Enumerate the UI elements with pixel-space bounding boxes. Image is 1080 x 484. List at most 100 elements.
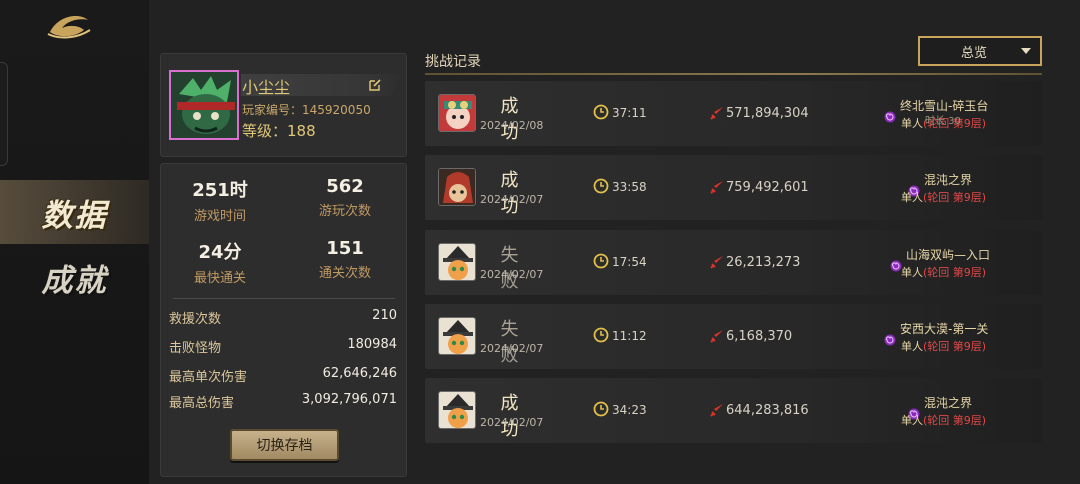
record-mode-type: 单人 <box>901 340 923 353</box>
stat-clear-count: 151 通关次数 <box>286 238 404 281</box>
stat-label: 通关次数 <box>318 266 371 281</box>
record-damage: 571,894,304 <box>726 106 809 121</box>
stat-row-value: 3,092,796,071 <box>301 392 397 407</box>
record-mode-level: (轮回 第9层) <box>923 266 987 279</box>
stat-row-rescues: 救援次数 210 <box>169 308 397 327</box>
edit-icon[interactable] <box>368 78 382 92</box>
record-row[interactable]: 失 败 2024/02/07 11:12 6,168,370 安西大漠-第一关 单人(轮回… <box>425 304 1042 369</box>
avatar-image <box>171 72 237 138</box>
record-result: 失 败 <box>500 245 522 292</box>
record-damage: 644,283,816 <box>726 403 809 418</box>
stat-row-label: 最高单次伤害 <box>169 370 248 385</box>
record-duration: 34:23 <box>612 403 647 417</box>
record-mode-level: (轮回 第9层) <box>923 340 987 353</box>
record-date: 2024/02/07 <box>480 342 544 355</box>
stat-row-max-total-damage: 最高总伤害 3,092,796,071 <box>169 392 397 411</box>
record-date: 2024/02/07 <box>480 416 544 429</box>
stat-value: 151 <box>326 238 364 259</box>
logo-icon <box>47 16 91 39</box>
records-filter-value: 总览 <box>960 45 987 61</box>
record-result: 成 功 <box>500 170 522 217</box>
record-mode-level: (轮回 第9层) <box>923 414 987 427</box>
record-mode-type: 单人 <box>901 266 923 279</box>
record-date: 2024/02/07 <box>480 268 544 281</box>
stat-value: 24分 <box>198 242 242 263</box>
player-level: 等级：188 <box>242 122 316 140</box>
stat-play-count: 562 游玩次数 <box>286 176 404 219</box>
record-result: 失 败 <box>500 319 522 366</box>
record-duration: 17:54 <box>612 255 647 269</box>
clock-icon <box>593 104 609 120</box>
record-date: 2024/02/07 <box>480 193 544 206</box>
record-duration: 37:11 <box>612 106 647 120</box>
record-avatar <box>438 94 476 132</box>
clock-icon <box>593 327 609 343</box>
stat-row-value: 210 <box>372 308 397 323</box>
stat-value: 562 <box>326 176 364 197</box>
sidebar-item-data[interactable]: 数据 <box>0 180 149 244</box>
player-id: 玩家编号：145920050 <box>242 103 371 117</box>
record-mode: 单人(轮回 第9层) <box>901 412 986 428</box>
switch-save-button[interactable]: 切换存档 <box>230 429 339 461</box>
stat-fastest-clear: 24分 最快通关 <box>161 238 279 286</box>
record-damage: 6,168,370 <box>726 329 793 344</box>
avatar[interactable] <box>169 70 239 140</box>
stat-row-kills: 击败怪物 180984 <box>169 337 397 356</box>
record-mode: 单人(轮回 第9层) <box>901 264 986 280</box>
sidebar-item-achievements[interactable]: 成就 <box>0 245 149 309</box>
record-mode-level: (轮回 第9层) <box>923 191 987 204</box>
records-title: 挑战记录 <box>425 54 481 70</box>
record-row[interactable]: 成 功 2024/02/08 37:11 571,894,304 终北雪山-碎玉台 单人(… <box>425 81 1042 146</box>
sidebar-edge-tab[interactable] <box>0 62 8 166</box>
sword-icon <box>709 254 725 270</box>
record-mode-type: 单人 <box>901 414 923 427</box>
record-mode: 单人(轮回 第9层) <box>901 338 986 354</box>
record-overlay-text: 时长 30 <box>925 116 961 127</box>
record-damage: 26,213,273 <box>726 255 801 270</box>
clock-icon <box>593 401 609 417</box>
sidebar: 数据 成就 <box>0 0 149 484</box>
divider <box>173 298 395 299</box>
stat-value: 251时 <box>192 180 248 201</box>
record-mode: 单人(轮回 第9层) <box>901 189 986 205</box>
record-duration: 33:58 <box>612 180 647 194</box>
sword-icon <box>709 328 725 344</box>
record-stage: 山海双屿—入口 <box>906 248 991 262</box>
records-filter-dropdown[interactable]: 总览 <box>918 36 1042 66</box>
record-damage: 759,492,601 <box>726 180 809 195</box>
swirl-icon <box>884 108 896 123</box>
stat-label: 最快通关 <box>193 271 246 286</box>
stat-row-label: 救援次数 <box>169 312 222 327</box>
record-stage: 安西大漠-第一关 <box>900 322 989 336</box>
record-row[interactable]: 成 功 2024/02/07 34:23 644,283,816 混沌之界 单人(轮回 第… <box>425 378 1042 443</box>
sword-icon <box>709 105 725 121</box>
record-mode-type: 单人 <box>901 117 923 130</box>
stat-row-max-single-damage: 最高单次伤害 62,646,246 <box>169 366 397 385</box>
stat-label: 游戏时间 <box>193 209 246 224</box>
clock-icon <box>593 178 609 194</box>
record-row[interactable]: 失 败 2024/02/07 17:54 26,213,273 山海双屿—入口单人(轮回… <box>425 230 1042 295</box>
record-result: 成 功 <box>500 393 522 440</box>
record-result: 成 功 <box>500 96 522 143</box>
clock-icon <box>593 253 609 269</box>
record-avatar <box>438 243 476 281</box>
swirl-icon <box>884 331 896 346</box>
sword-icon <box>709 402 725 418</box>
stat-label: 游玩次数 <box>318 204 371 219</box>
record-stage: 混沌之界 <box>924 173 973 187</box>
player-name: 小尘尘 <box>242 78 291 97</box>
chevron-down-icon <box>1021 48 1031 54</box>
records-divider <box>425 73 1042 75</box>
record-row[interactable]: 成 功 2024/02/07 33:58 759,492,601 混沌之界单人(轮回 第… <box>425 155 1042 220</box>
profile-panel: 小尘尘 玩家编号：145920050 等级：188 <box>160 53 407 157</box>
stat-row-value: 180984 <box>347 337 397 352</box>
stat-row-label: 最高总伤害 <box>169 396 235 411</box>
record-stage: 混沌之界 <box>924 396 973 410</box>
stat-play-time: 251时 游戏时间 <box>161 176 279 224</box>
record-avatar <box>438 391 476 429</box>
stat-row-value: 62,646,246 <box>322 366 397 381</box>
record-avatar <box>438 168 476 206</box>
record-avatar <box>438 317 476 355</box>
stats-panel: 251时 游戏时间 562 游玩次数 24分 最快通关 151 通关次数 救援次… <box>160 163 407 477</box>
stat-row-label: 击败怪物 <box>169 341 222 356</box>
